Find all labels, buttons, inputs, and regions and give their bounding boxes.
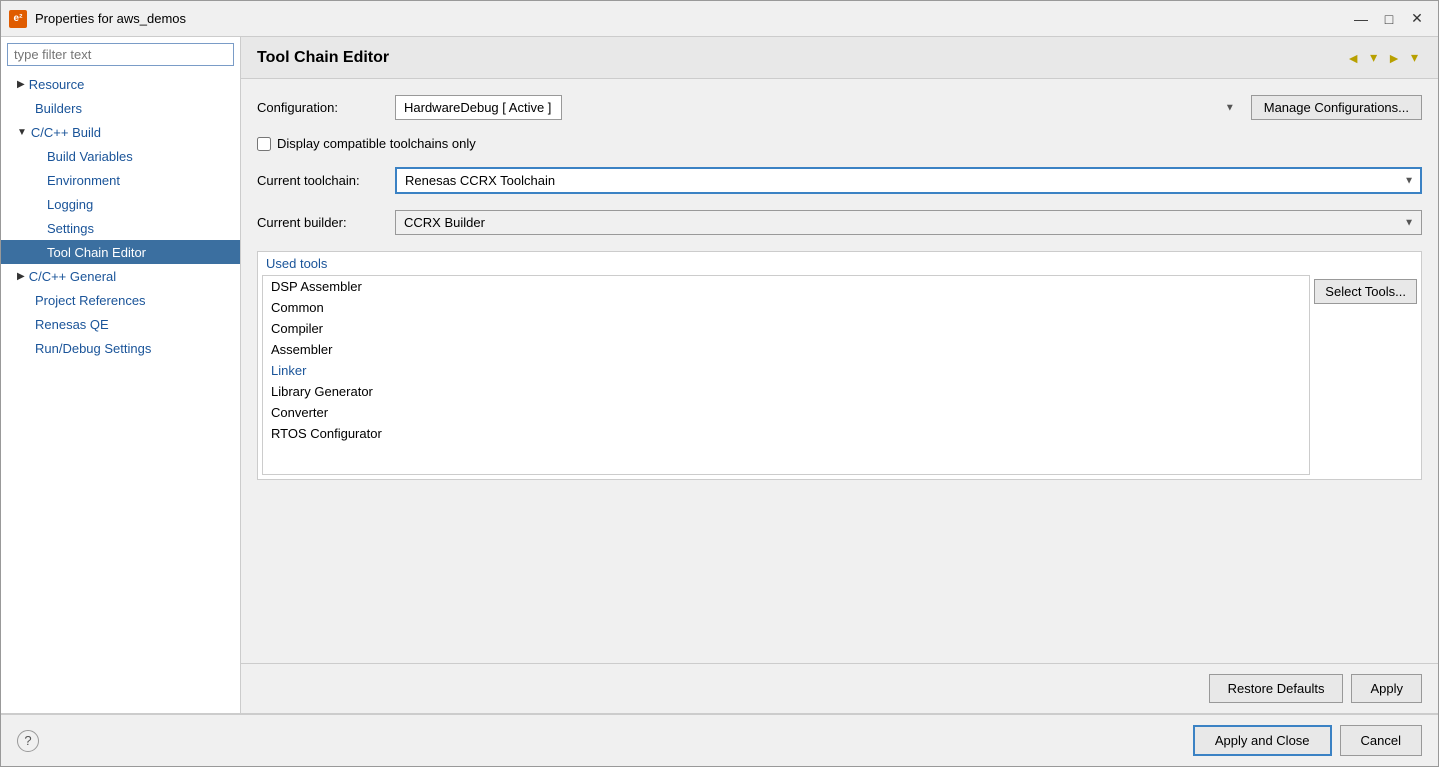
sidebar: ▶ Resource Builders ▼ C/C++ Build Build Varia…	[1, 37, 241, 713]
list-item[interactable]: Compiler	[263, 318, 1309, 339]
sidebar-item-label: Builders	[35, 101, 82, 116]
list-item[interactable]: Library Generator	[263, 381, 1309, 402]
sidebar-item-label: C/C++ General	[29, 269, 116, 284]
list-item[interactable]: DSP Assembler	[263, 276, 1309, 297]
select-tools-button[interactable]: Select Tools...	[1314, 279, 1417, 304]
minimize-button[interactable]: —	[1348, 8, 1374, 30]
list-item[interactable]: Assembler	[263, 339, 1309, 360]
nav-arrows: ◄ ▾ ► ▾	[1342, 47, 1422, 68]
display-compatible-checkbox[interactable]	[257, 137, 271, 151]
current-toolchain-row: Current toolchain: Renesas CCRX Toolchai…	[257, 167, 1422, 194]
list-item[interactable]: RTOS Configurator	[263, 423, 1309, 444]
builder-select-wrapper: CCRX Builder	[395, 210, 1422, 235]
tree-arrow-icon: ▼	[17, 127, 27, 138]
sidebar-item-environment[interactable]: Environment	[1, 168, 240, 192]
dialog-footer-right: Apply and Close Cancel	[1193, 725, 1422, 756]
apply-button[interactable]: Apply	[1351, 674, 1422, 703]
help-button[interactable]: ?	[17, 730, 39, 752]
page-title: Tool Chain Editor	[257, 49, 389, 67]
current-toolchain-label: Current toolchain:	[257, 173, 387, 188]
close-button[interactable]: ✕	[1404, 8, 1430, 30]
current-builder-row: Current builder: CCRX Builder	[257, 210, 1422, 235]
list-item[interactable]: Converter	[263, 402, 1309, 423]
forward-dropdown-button[interactable]: ▾	[1407, 47, 1422, 68]
sidebar-item-c-cpp-general[interactable]: ▶ C/C++ General	[1, 264, 240, 288]
used-tools-header: Used tools	[258, 252, 1421, 275]
list-item[interactable]: Linker	[263, 360, 1309, 381]
main-content: ▶ Resource Builders ▼ C/C++ Build Build Varia…	[1, 37, 1438, 713]
toolchain-select[interactable]: Renesas CCRX Toolchain	[395, 167, 1422, 194]
sidebar-item-label: C/C++ Build	[31, 125, 101, 140]
properties-dialog: e² Properties for aws_demos — □ ✕ ▶ Resou…	[0, 0, 1439, 767]
maximize-button[interactable]: □	[1376, 8, 1402, 30]
sidebar-item-label: Build Variables	[47, 149, 133, 164]
search-input[interactable]	[7, 43, 234, 66]
sidebar-item-tool-chain-editor[interactable]: Tool Chain Editor	[1, 240, 240, 264]
sidebar-item-label: Run/Debug Settings	[35, 341, 151, 356]
sidebar-item-resource[interactable]: ▶ Resource	[1, 72, 240, 96]
apply-and-close-button[interactable]: Apply and Close	[1193, 725, 1332, 756]
window-title: Properties for aws_demos	[35, 11, 1340, 26]
sidebar-item-logging[interactable]: Logging	[1, 192, 240, 216]
builder-select[interactable]: CCRX Builder	[395, 210, 1422, 235]
sidebar-item-label: Project References	[35, 293, 146, 308]
sidebar-item-label: Settings	[47, 221, 94, 236]
display-compatible-label[interactable]: Display compatible toolchains only	[277, 136, 476, 151]
content-body: Configuration: HardwareDebug [ Active ] …	[241, 79, 1438, 663]
manage-configurations-button[interactable]: Manage Configurations...	[1251, 95, 1422, 120]
configuration-select[interactable]: HardwareDebug [ Active ]	[395, 95, 562, 120]
title-bar: e² Properties for aws_demos — □ ✕	[1, 1, 1438, 37]
used-tools-list[interactable]: DSP AssemblerCommonCompilerAssemblerLink…	[262, 275, 1310, 475]
sidebar-item-label: Resource	[29, 77, 85, 92]
forward-button[interactable]: ►	[1383, 48, 1405, 68]
toolchain-select-wrapper: Renesas CCRX Toolchain	[395, 167, 1422, 194]
sidebar-item-builders[interactable]: Builders	[1, 96, 240, 120]
cancel-button[interactable]: Cancel	[1340, 725, 1422, 756]
list-item[interactable]: Common	[263, 297, 1309, 318]
sidebar-item-project-references[interactable]: Project References	[1, 288, 240, 312]
content-area: Tool Chain Editor ◄ ▾ ► ▾ Configuration:…	[241, 37, 1438, 713]
back-dropdown-button[interactable]: ▾	[1366, 47, 1381, 68]
dialog-footer: ? Apply and Close Cancel	[1, 713, 1438, 766]
sidebar-item-renesas-qe[interactable]: Renesas QE	[1, 312, 240, 336]
used-tools-body: DSP AssemblerCommonCompilerAssemblerLink…	[258, 275, 1421, 479]
restore-defaults-button[interactable]: Restore Defaults	[1209, 674, 1344, 703]
sidebar-item-label: Environment	[47, 173, 120, 188]
content-footer: Restore Defaults Apply	[241, 663, 1438, 713]
content-header: Tool Chain Editor ◄ ▾ ► ▾	[241, 37, 1438, 79]
app-icon: e²	[9, 10, 27, 28]
sidebar-item-build-variables[interactable]: Build Variables	[1, 144, 240, 168]
configuration-row: Configuration: HardwareDebug [ Active ] …	[257, 95, 1422, 120]
window-controls: — □ ✕	[1348, 8, 1430, 30]
configuration-select-wrapper: HardwareDebug [ Active ]	[395, 95, 1243, 120]
sidebar-item-label: Logging	[47, 197, 93, 212]
sidebar-item-settings[interactable]: Settings	[1, 216, 240, 240]
current-builder-label: Current builder:	[257, 215, 387, 230]
tree-arrow-icon: ▶	[17, 271, 25, 282]
sidebar-item-label: Renesas QE	[35, 317, 109, 332]
used-tools-section: Used tools DSP AssemblerCommonCompilerAs…	[257, 251, 1422, 480]
sidebar-item-label: Tool Chain Editor	[47, 245, 146, 260]
sidebar-item-run-debug-settings[interactable]: Run/Debug Settings	[1, 336, 240, 360]
back-button[interactable]: ◄	[1342, 48, 1364, 68]
configuration-label: Configuration:	[257, 100, 387, 115]
tree-arrow-icon: ▶	[17, 79, 25, 90]
sidebar-item-c-cpp-build[interactable]: ▼ C/C++ Build	[1, 120, 240, 144]
display-compatible-row: Display compatible toolchains only	[257, 136, 1422, 151]
